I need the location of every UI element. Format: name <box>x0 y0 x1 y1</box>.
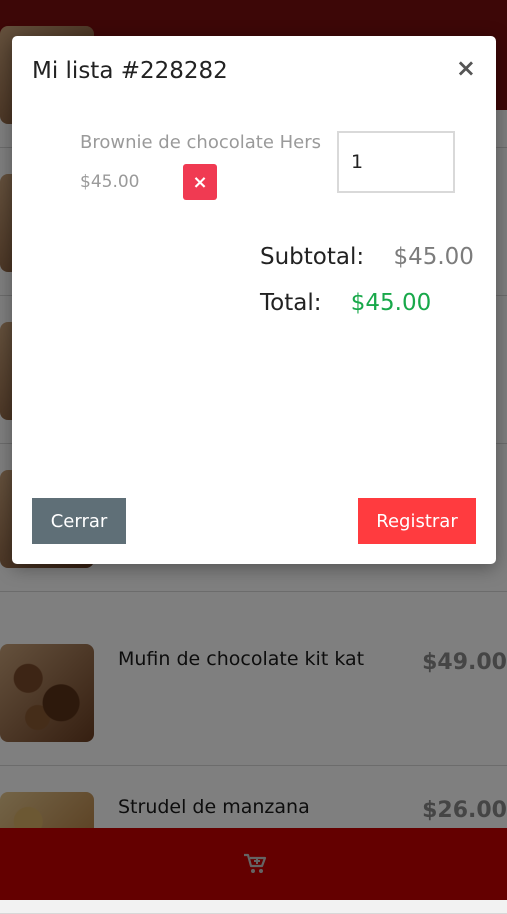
subtotal-value: $45.00 <box>393 244 474 270</box>
registrar-button[interactable]: Registrar <box>358 498 476 544</box>
subtotal-row: Subtotal: $45.00 <box>260 244 474 270</box>
total-value: $45.00 <box>350 290 432 316</box>
modal-title: Mi lista #228282 <box>32 58 228 84</box>
item-price: $45.00 <box>80 172 140 192</box>
subtotal-label: Subtotal: <box>260 244 365 270</box>
remove-item-button[interactable]: × <box>183 164 217 200</box>
cerrar-button[interactable]: Cerrar <box>32 498 126 544</box>
shopping-list-modal: Mi lista #228282 × Brownie de chocolate … <box>12 36 496 564</box>
close-icon[interactable]: × <box>456 56 476 80</box>
item-name: Brownie de chocolate Hers <box>80 132 322 153</box>
quantity-input[interactable] <box>337 131 455 193</box>
total-row: Total: $45.00 <box>260 290 431 316</box>
total-label: Total: <box>260 290 322 316</box>
